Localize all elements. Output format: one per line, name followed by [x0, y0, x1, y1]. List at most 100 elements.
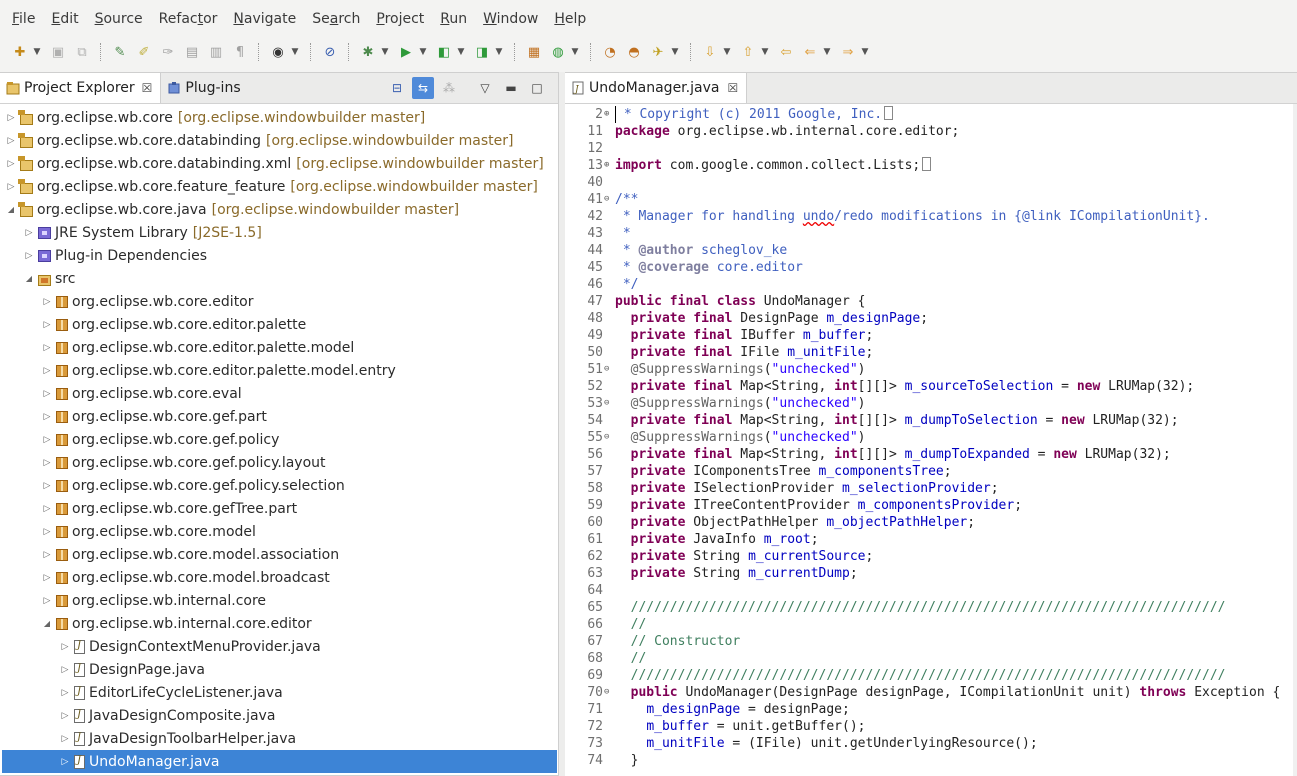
search-icon[interactable]: ✈	[649, 43, 667, 61]
back-dropdown-icon[interactable]: ▼	[822, 43, 832, 61]
chevron-right-icon[interactable]: ▷	[4, 159, 18, 169]
collapse-fold-icon[interactable]: ⊖	[604, 361, 614, 378]
menu-help[interactable]: Help	[546, 11, 594, 27]
chevron-right-icon[interactable]: ▷	[4, 182, 18, 192]
open-folder-icon[interactable]: ◓	[625, 43, 643, 61]
menu-edit[interactable]: Edit	[43, 11, 86, 27]
tree-item[interactable]: ▷ JavaDesignComposite.java	[0, 704, 559, 727]
code-line[interactable]: 40	[565, 174, 1297, 191]
code-line[interactable]: 61 private JavaInfo m_root;	[565, 531, 1297, 548]
chevron-down-icon[interactable]: ◢	[40, 619, 54, 628]
tree-item[interactable]: ◢ src	[0, 267, 559, 290]
menu-window[interactable]: Window	[475, 11, 546, 27]
code-line[interactable]: 50 private final IFile m_unitFile;	[565, 344, 1297, 361]
tree-item[interactable]: ▷ org.eclipse.wb.core.editor.palette.mode…	[0, 336, 559, 359]
chevron-right-icon[interactable]: ▷	[40, 527, 54, 537]
collapse-fold-icon[interactable]: ⊖	[604, 429, 614, 446]
code-line[interactable]: 58 private ISelectionProvider m_selectio…	[565, 480, 1297, 497]
toggle-mark-occurrences-icon[interactable]: ✑	[159, 43, 177, 61]
perspective-dropdown-icon[interactable]: ▼	[290, 43, 300, 61]
filter-icon[interactable]: ⁂	[438, 77, 460, 99]
chevron-right-icon[interactable]: ▷	[40, 366, 54, 376]
chevron-right-icon[interactable]: ▷	[58, 642, 72, 652]
external-tools-dropdown-icon[interactable]: ▼	[494, 43, 504, 61]
menu-refactor[interactable]: Refactor	[151, 11, 226, 27]
clean-icon[interactable]: ✐	[135, 43, 153, 61]
code-line[interactable]: 74 }	[565, 752, 1297, 769]
code-line[interactable]: 41 ⊖/**	[565, 191, 1297, 208]
next-edit-icon[interactable]: ⇩	[701, 43, 719, 61]
collapse-all-icon[interactable]: ⊟	[386, 77, 408, 99]
minimize-icon[interactable]: ▬	[500, 77, 522, 99]
new-wizard-icon[interactable]: ✚	[11, 43, 29, 61]
chevron-right-icon[interactable]: ▷	[22, 228, 36, 238]
code-line[interactable]: 56 private final Map<String, int[][]> m_…	[565, 446, 1297, 463]
new-dropdown-icon[interactable]: ▼	[32, 43, 42, 61]
coverage-icon[interactable]: ◧	[435, 43, 453, 61]
back-icon[interactable]: ⇐	[801, 43, 819, 61]
chevron-right-icon[interactable]: ▷	[4, 136, 18, 146]
open-type-icon[interactable]: ✎	[111, 43, 129, 61]
open-task-icon[interactable]: ◔	[601, 43, 619, 61]
last-edit-location-icon[interactable]: ⇦	[777, 43, 795, 61]
menu-project[interactable]: Project	[368, 11, 432, 27]
save-icon[interactable]: ▣	[49, 43, 67, 61]
chevron-right-icon[interactable]: ▷	[40, 504, 54, 514]
tree-item[interactable]: ▷ org.eclipse.wb.core.model.broadcast	[0, 566, 559, 589]
code-line[interactable]: 2 ⊕ * Copyright (c) 2011 Google, Inc.	[565, 106, 1297, 123]
debug-icon[interactable]: ✱	[359, 43, 377, 61]
code-line[interactable]: 67 // Constructor	[565, 633, 1297, 650]
code-line[interactable]: 42 * Manager for handling undo/redo modi…	[565, 208, 1297, 225]
tree-item[interactable]: ▷ DesignPage.java	[0, 658, 559, 681]
chevron-right-icon[interactable]: ▷	[40, 320, 54, 330]
close-icon[interactable]: ☒	[142, 81, 153, 95]
chevron-right-icon[interactable]: ▷	[40, 297, 54, 307]
chevron-right-icon[interactable]: ▷	[40, 481, 54, 491]
debug-dropdown-icon[interactable]: ▼	[380, 43, 390, 61]
code-line[interactable]: 13 ⊕ import com.google.common.collect.List…	[565, 157, 1297, 174]
chevron-right-icon[interactable]: ▷	[58, 688, 72, 698]
prev-edit-dropdown-icon[interactable]: ▼	[760, 43, 770, 61]
code-line[interactable]: 45 * @coverage core.editor	[565, 259, 1297, 276]
tree-item[interactable]: ▷ org.eclipse.wb.core [org.eclipse.windowb…	[0, 106, 559, 129]
tree-item[interactable]: ▷ DesignContextMenuProvider.java	[0, 635, 559, 658]
maximize-icon[interactable]: □	[526, 77, 548, 99]
chevron-right-icon[interactable]: ▷	[40, 573, 54, 583]
menu-source[interactable]: Source	[87, 11, 151, 27]
search-dropdown-icon[interactable]: ▼	[670, 43, 680, 61]
tree-item[interactable]: ▷ org.eclipse.wb.core.gef.policy.selectio…	[0, 474, 559, 497]
chevron-right-icon[interactable]: ▷	[40, 343, 54, 353]
code-line[interactable]: 49 private final IBuffer m_buffer;	[565, 327, 1297, 344]
menu-file[interactable]: File	[4, 11, 43, 27]
code-area[interactable]: 2 ⊕ * Copyright (c) 2011 Google, Inc. 11 pa…	[565, 106, 1297, 769]
tree-item[interactable]: ▷ org.eclipse.wb.core.databinding [org.ecl…	[0, 129, 559, 152]
code-line[interactable]: 69 /////////////////////////////////////…	[565, 667, 1297, 684]
menu-run[interactable]: Run	[432, 11, 475, 27]
prev-annotation-icon[interactable]: ▥	[207, 43, 225, 61]
tree-item[interactable]: ▷ org.eclipse.wb.core.eval	[0, 382, 559, 405]
chevron-right-icon[interactable]: ▷	[4, 113, 18, 123]
tree-item[interactable]: ▷ org.eclipse.wb.core.databinding.xml [org…	[0, 152, 559, 175]
chevron-right-icon[interactable]: ▷	[58, 734, 72, 744]
chevron-right-icon[interactable]: ▷	[58, 711, 72, 721]
forward-icon[interactable]: ⇒	[839, 43, 857, 61]
tree-item[interactable]: ▷ JRE System Library [J2SE-1.5]	[0, 221, 559, 244]
chevron-right-icon[interactable]: ▷	[40, 435, 54, 445]
code-line[interactable]: 52 private final Map<String, int[][]> m_…	[565, 378, 1297, 395]
external-tools-icon[interactable]: ◨	[473, 43, 491, 61]
tree-item[interactable]: ▷ org.eclipse.wb.core.editor.palette.mode…	[0, 359, 559, 382]
tab-plug-ins[interactable]: Plug-ins	[161, 73, 248, 103]
code-line[interactable]: 73 m_unitFile = (IFile) unit.getUnderlyi…	[565, 735, 1297, 752]
code-line[interactable]: 48 private final DesignPage m_designPage…	[565, 310, 1297, 327]
expand-fold-icon[interactable]: ⊕	[604, 106, 614, 123]
chevron-right-icon[interactable]: ▷	[40, 596, 54, 606]
chevron-right-icon[interactable]: ▷	[22, 251, 36, 261]
menu-navigate[interactable]: Navigate	[225, 11, 304, 27]
code-line[interactable]: 55 ⊖ @SuppressWarnings("unchecked")	[565, 429, 1297, 446]
next-annotation-icon[interactable]: ▤	[183, 43, 201, 61]
run-icon[interactable]: ▶	[397, 43, 415, 61]
chevron-down-icon[interactable]: ◢	[4, 205, 18, 214]
code-line[interactable]: 51 ⊖ @SuppressWarnings("unchecked")	[565, 361, 1297, 378]
new-class-icon[interactable]: ◍	[549, 43, 567, 61]
code-line[interactable]: 63 private String m_currentDump;	[565, 565, 1297, 582]
